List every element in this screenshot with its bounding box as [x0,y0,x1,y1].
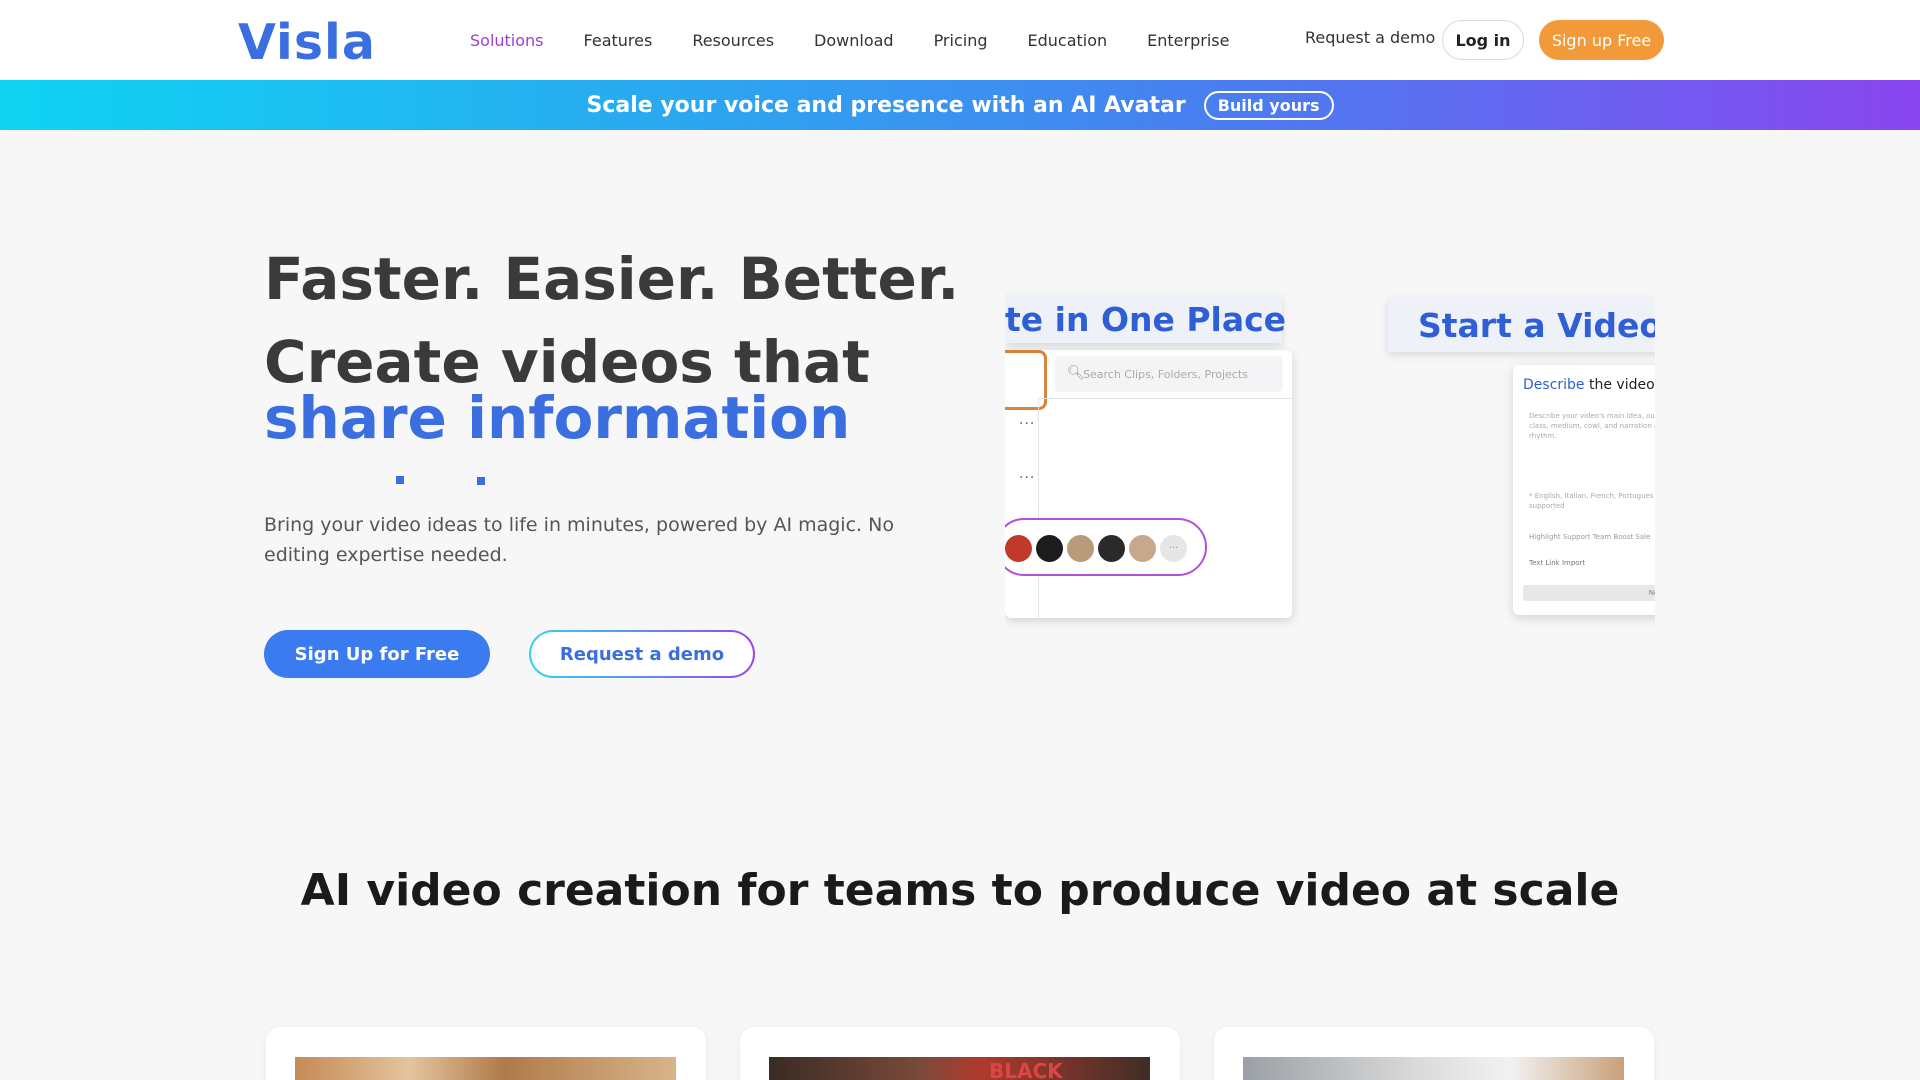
hero-headline-highlight: share information [264,384,851,444]
header-request-demo-link[interactable]: Request a demo [1305,28,1435,47]
use-case-card[interactable] [1214,1027,1654,1080]
describe-label: Describe [1523,377,1585,393]
visla-logo[interactable]: Visla [238,14,376,71]
request-demo-button[interactable]: Request a demo [529,630,755,678]
use-case-card[interactable]: BLACK [740,1027,1180,1080]
avatar [1098,535,1125,562]
card-image [295,1057,676,1080]
nav-pricing[interactable]: Pricing [934,31,988,50]
section-heading: AI video creation for teams to produce v… [300,865,1620,916]
avatar [1036,535,1063,562]
selected-clip-frame [1005,350,1047,410]
search-icon: 🔍︎ [1067,365,1085,381]
languages-note: * English, Italian, French, Portugues ar… [1529,492,1655,510]
login-button[interactable]: Log in [1442,20,1524,60]
nav-solutions[interactable]: Solutions [470,31,544,50]
hero-subtitle: Bring your video ideas to life in minute… [264,514,894,566]
typing-cursor-dot [477,477,485,485]
nav-education[interactable]: Education [1028,31,1108,50]
site-header: Visla Solutions Features Resources Downl… [0,0,1920,80]
library-search-input[interactable]: Search Clips, Folders, Projects [1055,356,1283,392]
signup-button[interactable]: Sign up Free [1539,20,1664,60]
start-video-title: Start a Video w [1388,298,1655,352]
next-button[interactable]: Next [1523,585,1655,601]
signup-free-button[interactable]: Sign Up for Free [264,630,490,678]
panel-divider [1038,398,1292,399]
describe-video-panel: Describe the video y Describe your video… [1513,365,1655,615]
avatar [1129,535,1156,562]
banner-text: Scale your voice and presence with an AI… [586,92,1186,118]
card-image [1243,1057,1624,1080]
hero-tagline: Faster. Easier. Better. [264,245,960,313]
input-tools[interactable]: Text Link Import [1529,559,1585,567]
library-panel: Search Clips, Folders, Projects 🔍︎ ··· ·… [1005,350,1292,618]
avatar [1067,535,1094,562]
nav-features[interactable]: Features [584,31,653,50]
typing-cursor-dot [396,476,404,484]
nav-resources[interactable]: Resources [692,31,774,50]
build-yours-button[interactable]: Build yours [1203,90,1334,120]
nav-download[interactable]: Download [814,31,894,50]
more-options-icon[interactable]: ··· [1019,416,1035,432]
library-panel-title: te in One Place [1005,295,1286,343]
prompt-chips[interactable]: Highlight Support Team Boost Sale [1529,533,1650,541]
describe-placeholder[interactable]: Describe your video's main idea, ou clas… [1529,411,1655,441]
describe-label-rest: the video y [1588,377,1655,393]
product-mockups: Search Clips, Folders, Projects 🔍︎ ··· ·… [1005,290,1655,640]
more-avatars-icon: ··· [1160,535,1187,562]
avatar [1005,535,1032,562]
main-nav: Solutions Features Resources Download Pr… [470,0,1269,80]
more-options-icon[interactable]: ··· [1019,470,1035,486]
collaborator-avatars: ··· [1005,518,1207,576]
panel-divider [1038,398,1039,618]
card-image: BLACK [769,1057,1150,1080]
nav-enterprise[interactable]: Enterprise [1147,31,1229,50]
card-image-sign: BLACK [989,1059,1063,1080]
describe-video-heading: Describe the video y [1523,377,1655,393]
promo-banner: Scale your voice and presence with an AI… [0,80,1920,130]
use-case-card[interactable] [266,1027,706,1080]
